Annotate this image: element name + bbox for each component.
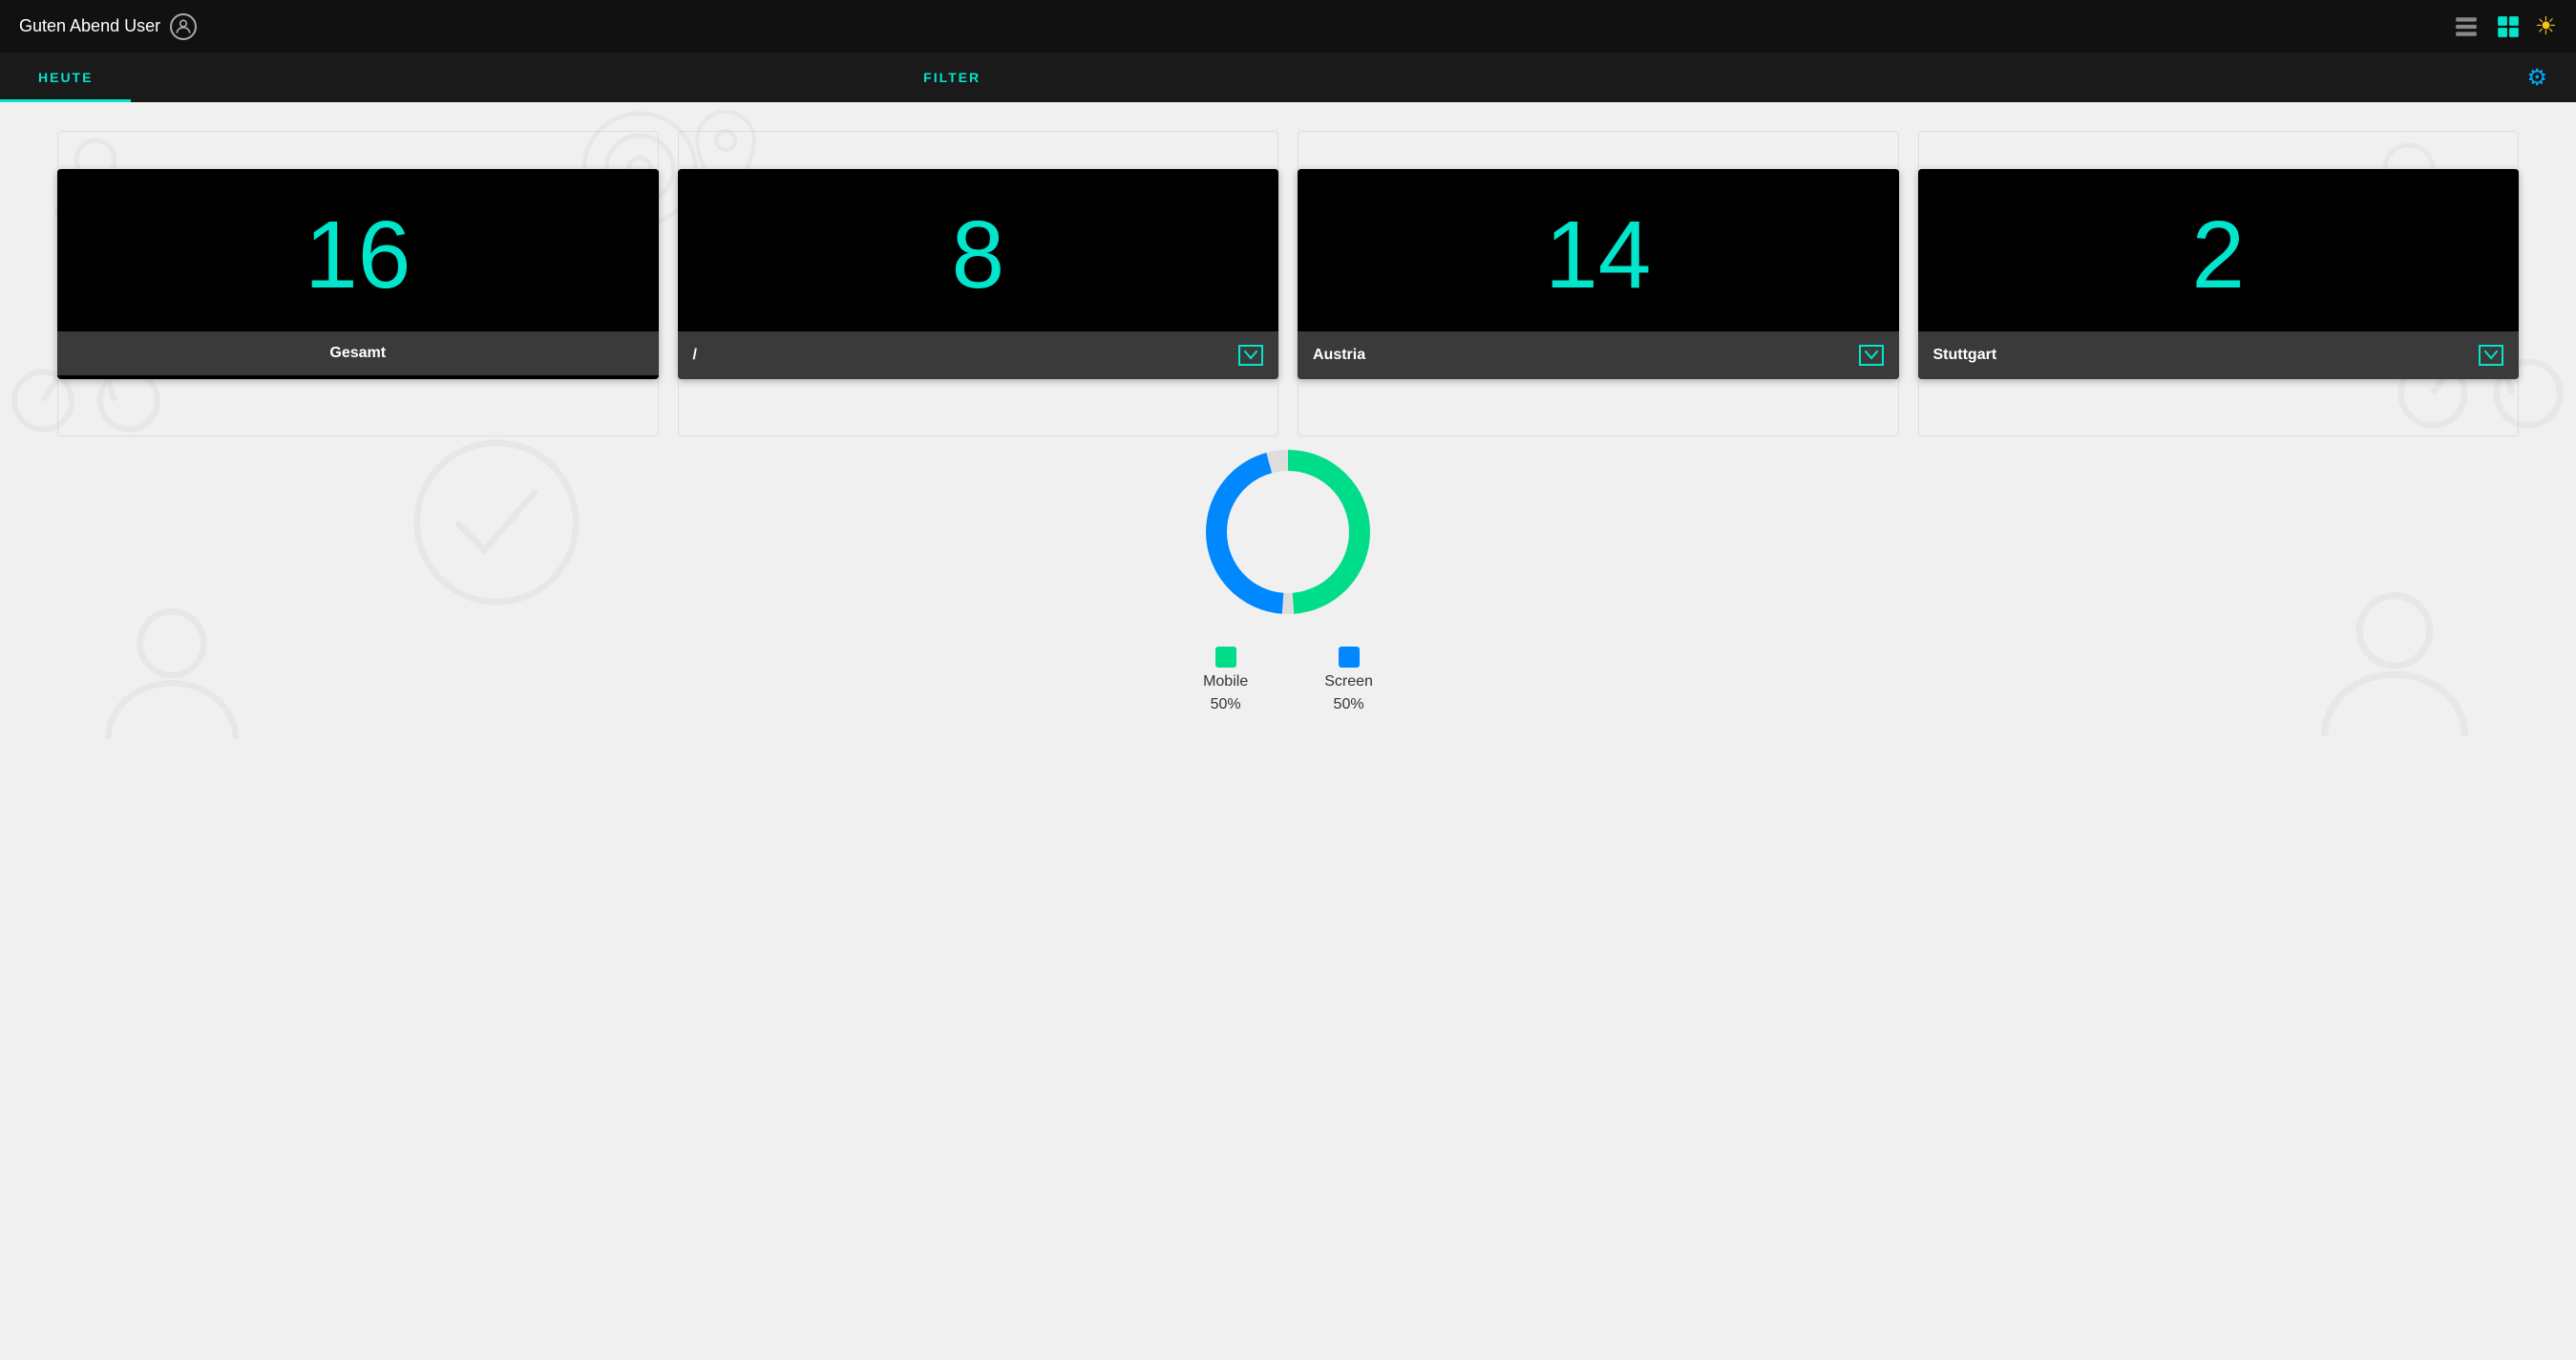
mobile-label: Mobile bbox=[1203, 673, 1248, 691]
user-icon[interactable] bbox=[170, 13, 197, 40]
card-gesamt: 16 Gesamt bbox=[57, 169, 659, 379]
screen-label: Screen bbox=[1324, 673, 1373, 691]
screen-color-dot bbox=[1339, 647, 1360, 668]
top-bar: Guten Abend User ☀ bbox=[0, 0, 2576, 53]
tab-filter[interactable]: FILTER bbox=[885, 53, 1019, 102]
legend-mobile: Mobile 50% bbox=[1203, 647, 1248, 713]
greeting-text: Guten Abend User bbox=[19, 16, 160, 36]
card-stuttgart-footer: Stuttgart bbox=[1918, 331, 2520, 379]
mobile-color-dot bbox=[1215, 647, 1236, 668]
card-gesamt-number: 16 bbox=[57, 169, 659, 331]
mobile-pct: 50% bbox=[1211, 696, 1241, 713]
slash-dropdown-button[interactable] bbox=[1238, 345, 1263, 366]
toolbar-icons: ☀ bbox=[2451, 11, 2557, 42]
main-content: 16 Gesamt 8 / 14 Austria bbox=[0, 102, 2576, 1360]
list-view-button[interactable] bbox=[2451, 11, 2481, 42]
card-slash-label: / bbox=[693, 347, 697, 364]
card-austria-footer: Austria bbox=[1298, 331, 1899, 379]
card-slash-number: 8 bbox=[678, 169, 1279, 331]
card-gesamt-label: Gesamt bbox=[329, 345, 386, 362]
tab-heute[interactable]: HEUTE bbox=[0, 53, 131, 102]
nav-bar: HEUTE FILTER ⚙ bbox=[0, 53, 2576, 102]
legend-screen: Screen 50% bbox=[1324, 647, 1373, 713]
card-austria: 14 Austria bbox=[1298, 169, 1899, 379]
card-gesamt-footer: Gesamt bbox=[57, 331, 659, 375]
stat-cards-row: 16 Gesamt 8 / 14 Austria bbox=[57, 169, 2519, 379]
card-austria-number: 14 bbox=[1298, 169, 1899, 331]
donut-chart bbox=[1193, 436, 1383, 627]
screen-pct: 50% bbox=[1334, 696, 1364, 713]
card-slash-footer: / bbox=[678, 331, 1279, 379]
sun-icon[interactable]: ☀ bbox=[2535, 11, 2557, 41]
gear-icon[interactable]: ⚙ bbox=[2526, 64, 2547, 92]
card-slash: 8 / bbox=[678, 169, 1279, 379]
stuttgart-dropdown-button[interactable] bbox=[2479, 345, 2503, 366]
chart-legend: Mobile 50% Screen 50% bbox=[1203, 647, 1373, 713]
card-stuttgart: 2 Stuttgart bbox=[1918, 169, 2520, 379]
card-austria-label: Austria bbox=[1313, 347, 1365, 364]
card-stuttgart-number: 2 bbox=[1918, 169, 2520, 331]
tile-view-button[interactable] bbox=[2493, 11, 2523, 42]
card-stuttgart-label: Stuttgart bbox=[1933, 347, 1997, 364]
austria-dropdown-button[interactable] bbox=[1859, 345, 1884, 366]
greeting-area: Guten Abend User bbox=[19, 13, 197, 40]
chart-section: Mobile 50% Screen 50% bbox=[57, 436, 2519, 713]
